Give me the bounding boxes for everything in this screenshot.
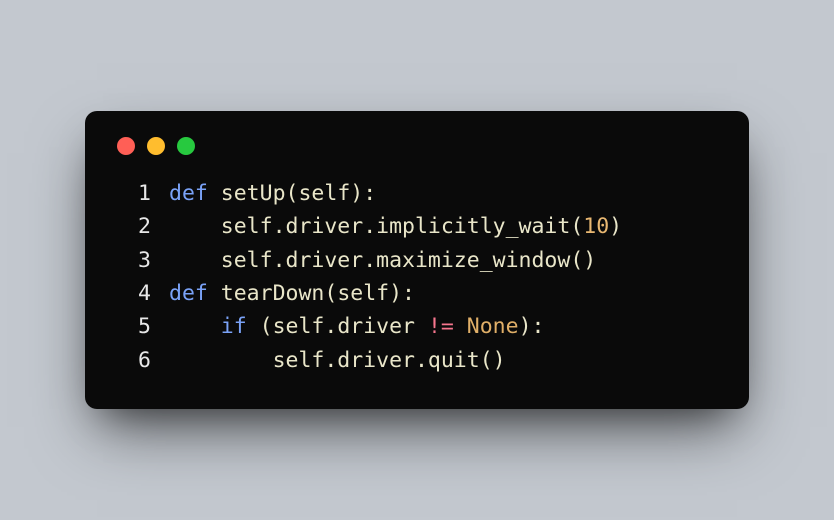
token-callattr: maximize_window	[376, 248, 570, 273]
token-paren: )	[350, 181, 363, 206]
token-paren: )	[583, 248, 596, 273]
token-param: self	[298, 181, 350, 206]
token-paren: (	[570, 248, 583, 273]
token-param: self	[337, 281, 389, 306]
line-content: self.driver.maximize_window()	[169, 244, 596, 277]
token-colon: :	[532, 314, 545, 339]
line-content: self.driver.implicitly_wait(10)	[169, 210, 622, 243]
line-number: 2	[117, 210, 151, 243]
token-paren: (	[570, 214, 583, 239]
token-colon: :	[363, 181, 376, 206]
token-space	[415, 314, 428, 339]
token-self: self	[221, 214, 273, 239]
code-line: 6 self.driver.quit()	[117, 344, 717, 377]
token-self: self	[273, 314, 325, 339]
close-icon[interactable]	[117, 137, 135, 155]
token-const: None	[467, 314, 519, 339]
line-content: def setUp(self):	[169, 177, 376, 210]
token-self: self	[221, 248, 273, 273]
token-number: 10	[583, 214, 609, 239]
token-space	[169, 314, 221, 339]
code-line: 3 self.driver.maximize_window()	[117, 244, 717, 277]
token-space	[454, 314, 467, 339]
token-op: !=	[428, 314, 454, 339]
line-number: 5	[117, 310, 151, 343]
minimize-icon[interactable]	[147, 137, 165, 155]
token-keyword: def	[169, 281, 208, 306]
line-content: self.driver.quit()	[169, 344, 506, 377]
line-number: 6	[117, 344, 151, 377]
token-paren: (	[480, 348, 493, 373]
line-content: if (self.driver != None):	[169, 310, 544, 343]
token-space	[247, 314, 260, 339]
token-space	[169, 348, 273, 373]
line-number: 1	[117, 177, 151, 210]
token-dot: .	[363, 248, 376, 273]
code-block: 1def setUp(self):2 self.driver.implicitl…	[117, 177, 717, 377]
code-line: 5 if (self.driver != None):	[117, 310, 717, 343]
token-paren: (	[260, 314, 273, 339]
line-content: def tearDown(self):	[169, 277, 415, 310]
code-window: 1def setUp(self):2 self.driver.implicitl…	[85, 111, 749, 409]
line-number: 3	[117, 244, 151, 277]
token-paren: (	[324, 281, 337, 306]
token-dot: .	[273, 214, 286, 239]
token-paren: )	[519, 314, 532, 339]
token-paren: )	[609, 214, 622, 239]
token-paren: )	[493, 348, 506, 373]
token-callattr: quit	[428, 348, 480, 373]
token-keyword: def	[169, 181, 208, 206]
zoom-icon[interactable]	[177, 137, 195, 155]
token-dot: .	[363, 214, 376, 239]
token-paren: (	[286, 181, 299, 206]
token-attr: driver	[286, 248, 364, 273]
token-paren: )	[389, 281, 402, 306]
token-space	[208, 281, 221, 306]
code-line: 1 def setUp(self):	[117, 177, 717, 210]
window-titlebar	[117, 137, 717, 155]
token-space	[208, 181, 221, 206]
token-colon: :	[402, 281, 415, 306]
token-dot: .	[324, 314, 337, 339]
token-attr: driver	[286, 214, 364, 239]
code-line: 2 self.driver.implicitly_wait(10)	[117, 210, 717, 243]
token-callattr: implicitly_wait	[376, 214, 570, 239]
token-space	[169, 248, 221, 273]
token-self: self	[273, 348, 325, 373]
token-dot: .	[324, 348, 337, 373]
token-funcname: tearDown	[221, 281, 325, 306]
token-attr: driver	[337, 314, 415, 339]
code-line: 4 def tearDown(self):	[117, 277, 717, 310]
token-dot: .	[273, 248, 286, 273]
line-number: 4	[117, 277, 151, 310]
token-attr: driver	[337, 348, 415, 373]
token-dot: .	[415, 348, 428, 373]
token-keyword: if	[221, 314, 247, 339]
token-space	[169, 214, 221, 239]
token-funcname: setUp	[221, 181, 286, 206]
